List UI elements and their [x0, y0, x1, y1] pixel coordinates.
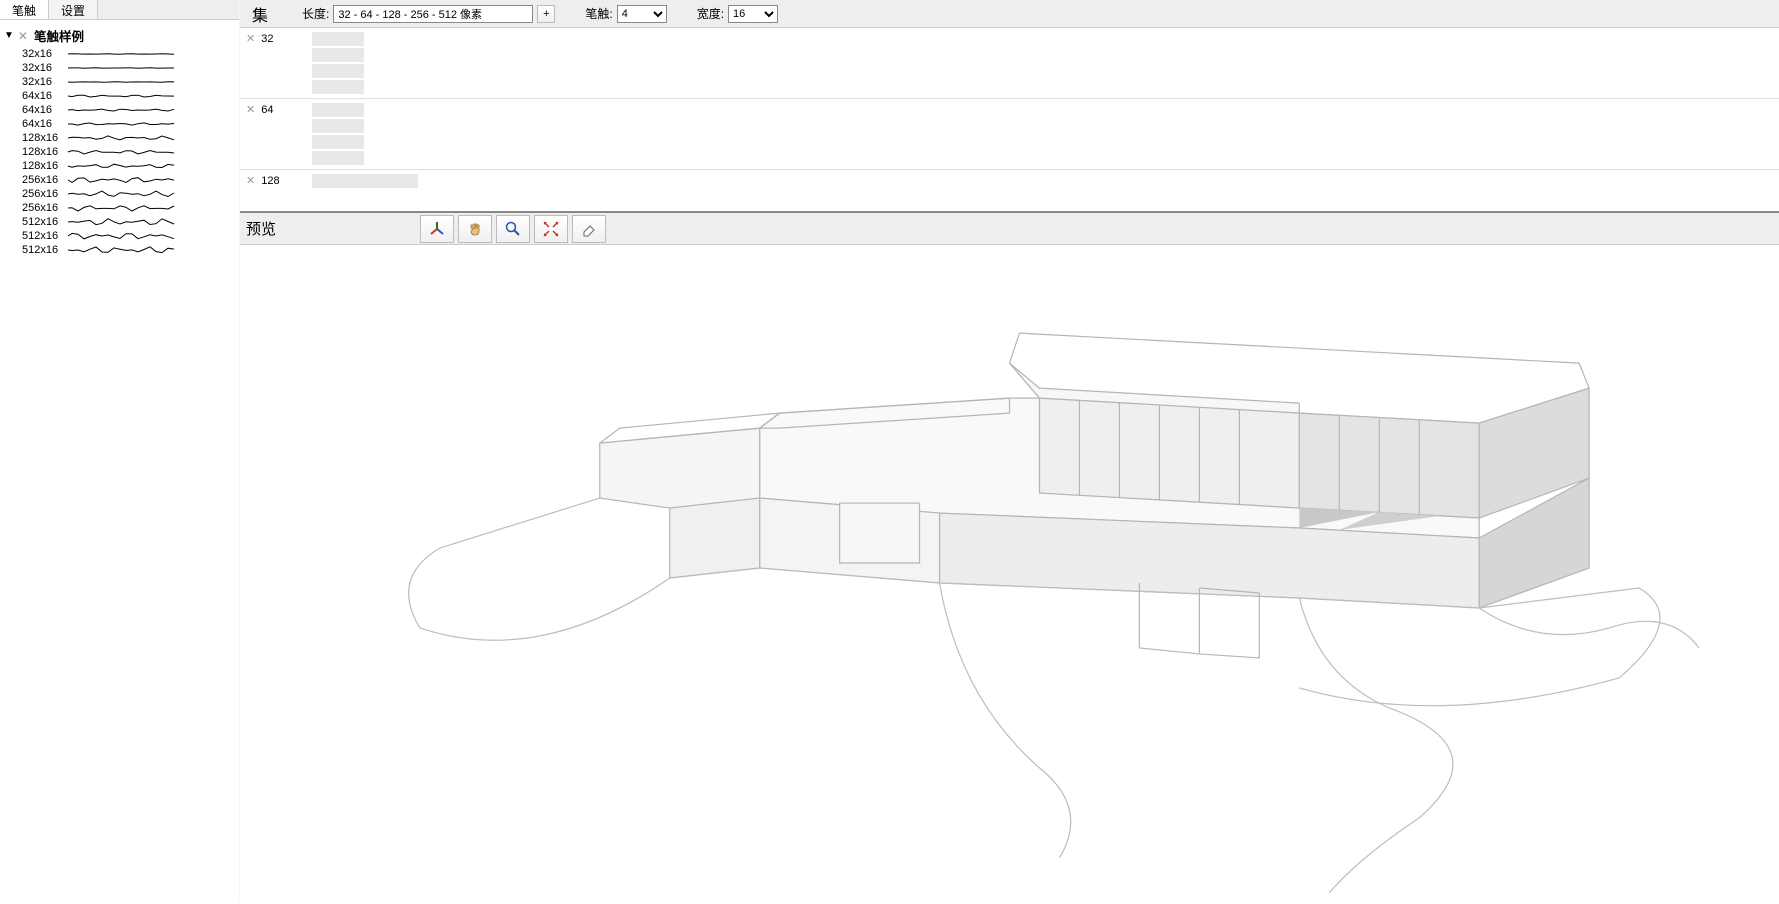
tab-settings[interactable]: 设置: [49, 0, 98, 19]
magnifier-icon: [504, 220, 522, 238]
stroke-sample-icon: [66, 161, 176, 171]
stroke-item[interactable]: 512x16: [22, 243, 239, 257]
set-size-label: 32: [261, 33, 273, 45]
set-label[interactable]: ✕ 32: [246, 32, 306, 45]
width-select[interactable]: 16: [728, 5, 778, 23]
stroke-item[interactable]: 128x16: [22, 145, 239, 159]
stroke-item[interactable]: 256x16: [22, 173, 239, 187]
length-input[interactable]: [333, 5, 533, 23]
stroke-thumb[interactable]: [312, 103, 364, 117]
set-row: ✕ 32: [240, 28, 1779, 99]
stroke-sample-icon: [66, 147, 176, 157]
stroke-sample-icon: [66, 105, 176, 115]
stroke-sample-icon: [66, 245, 176, 255]
stroke-item-label: 256x16: [22, 202, 66, 214]
tree-header[interactable]: ▼ ✕ 笔触样例: [0, 24, 239, 47]
stroke-select[interactable]: 4: [617, 5, 667, 23]
stroke-item-label: 32x16: [22, 48, 66, 60]
stroke-sample-icon: [66, 63, 176, 73]
tool-extents[interactable]: [534, 215, 568, 243]
eraser-icon: [580, 220, 598, 238]
stroke-sample-icon: [66, 91, 176, 101]
stroke-sample-icon: [66, 119, 176, 129]
stroke-item-label: 512x16: [22, 244, 66, 256]
stroke-item[interactable]: 512x16: [22, 215, 239, 229]
stroke-item-label: 512x16: [22, 230, 66, 242]
stroke-thumb[interactable]: [312, 32, 364, 46]
tool-axis[interactable]: [420, 215, 454, 243]
set-row: ✕ 64: [240, 99, 1779, 170]
set-size-label: 64: [261, 104, 273, 116]
stroke-item[interactable]: 512x16: [22, 229, 239, 243]
stroke-thumb[interactable]: [312, 80, 364, 94]
stroke-sample-icon: [66, 189, 176, 199]
stroke-item[interactable]: 64x16: [22, 89, 239, 103]
tool-hand[interactable]: [458, 215, 492, 243]
stroke-item[interactable]: 64x16: [22, 117, 239, 131]
stroke-item-label: 512x16: [22, 216, 66, 228]
topbar: 集 长度: + 笔触: 4 宽度: 16: [240, 0, 1779, 28]
set-size-label: 128: [261, 175, 279, 187]
tree-header-label: 笔触样例: [34, 26, 84, 45]
collapse-icon[interactable]: ▼: [4, 30, 14, 41]
close-icon[interactable]: ✕: [246, 174, 255, 187]
axis-icon: [428, 220, 446, 238]
stroke-item-label: 32x16: [22, 62, 66, 74]
stroke-item-label: 64x16: [22, 118, 66, 130]
length-label: 长度:: [302, 5, 329, 22]
sidebar: 笔触 设置 ▼ ✕ 笔触样例 32x16 32x16 32x16 64x16 64x16…: [0, 0, 240, 901]
stroke-sample-icon: [66, 77, 176, 87]
stroke-item-label: 64x16: [22, 104, 66, 116]
stroke-thumb[interactable]: [312, 48, 364, 62]
stroke-item-label: 128x16: [22, 132, 66, 144]
stroke-thumb[interactable]: [312, 119, 364, 133]
stroke-thumb[interactable]: [312, 174, 418, 188]
stroke-item-label: 128x16: [22, 160, 66, 172]
stroke-item[interactable]: 128x16: [22, 131, 239, 145]
stroke-thumb[interactable]: [312, 151, 364, 165]
set-title: 集: [248, 2, 272, 26]
stroke-item[interactable]: 32x16: [22, 61, 239, 75]
set-label[interactable]: ✕ 128: [246, 174, 306, 187]
stroke-sample-icon: [66, 217, 176, 227]
stroke-thumb[interactable]: [312, 135, 364, 149]
stroke-label: 笔触:: [585, 5, 612, 22]
set-area: ✕ 32 ✕ 64 ✕ 128: [240, 28, 1779, 213]
close-icon[interactable]: ✕: [246, 32, 255, 45]
tab-strokes[interactable]: 笔触: [0, 0, 49, 19]
stroke-sample-icon: [66, 49, 176, 59]
hand-icon: [466, 220, 484, 238]
preview-toolbar: 预览: [240, 213, 1779, 245]
width-label: 宽度:: [697, 5, 724, 22]
stroke-thumb[interactable]: [312, 64, 364, 78]
extents-icon: [542, 220, 560, 238]
tool-zoom[interactable]: [496, 215, 530, 243]
stroke-item[interactable]: 32x16: [22, 47, 239, 61]
add-length-button[interactable]: +: [537, 5, 555, 23]
stroke-item[interactable]: 256x16: [22, 187, 239, 201]
set-label[interactable]: ✕ 64: [246, 103, 306, 116]
stroke-item-label: 256x16: [22, 188, 66, 200]
stroke-sample-icon: [66, 133, 176, 143]
stroke-item-label: 256x16: [22, 174, 66, 186]
stroke-item-label: 128x16: [22, 146, 66, 158]
preview-canvas[interactable]: [240, 245, 1779, 901]
preview-title: 预览: [246, 218, 276, 239]
stroke-sample-icon: [66, 231, 176, 241]
stroke-sample-icon: [66, 175, 176, 185]
stroke-item[interactable]: 256x16: [22, 201, 239, 215]
preview-render: [240, 245, 1779, 901]
tool-erase[interactable]: [572, 215, 606, 243]
stroke-item[interactable]: 128x16: [22, 159, 239, 173]
stroke-item[interactable]: 64x16: [22, 103, 239, 117]
sidebar-tabs: 笔触 设置: [0, 0, 239, 20]
stroke-item-label: 32x16: [22, 76, 66, 88]
set-row: ✕ 128: [240, 170, 1779, 213]
close-icon[interactable]: ✕: [18, 29, 28, 43]
close-icon[interactable]: ✕: [246, 103, 255, 116]
stroke-item[interactable]: 32x16: [22, 75, 239, 89]
stroke-sample-icon: [66, 203, 176, 213]
main-area: 集 长度: + 笔触: 4 宽度: 16 ✕ 32 ✕ 64 ✕ 128 预览: [240, 0, 1779, 901]
stroke-item-label: 64x16: [22, 90, 66, 102]
